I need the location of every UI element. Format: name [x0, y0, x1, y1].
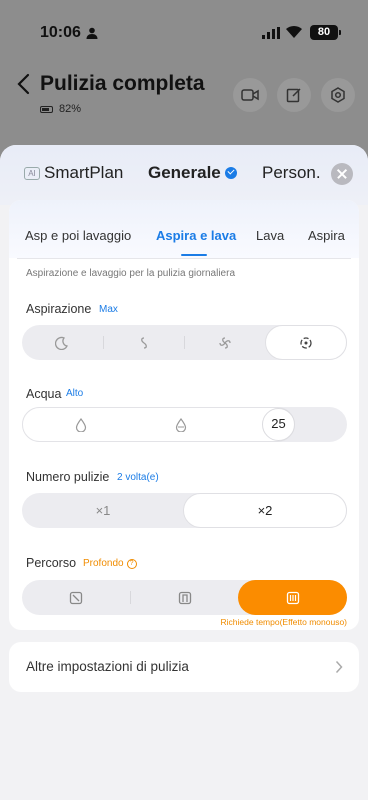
more-settings-label: Altre impostazioni di pulizia: [26, 659, 189, 674]
route-standard-icon: [178, 591, 191, 604]
route-label: Percorso: [26, 556, 77, 570]
passes-option-1[interactable]: ×1: [22, 493, 184, 528]
tab-smartplan[interactable]: AI SmartPlan: [24, 163, 123, 183]
fan-low-icon: [141, 336, 147, 349]
suction-max-option[interactable]: [265, 325, 347, 360]
check-icon: [224, 167, 237, 179]
divider: [17, 258, 351, 259]
water-value: Alto: [66, 388, 84, 399]
fan-max-icon: [300, 336, 312, 349]
suction-selector: [22, 325, 347, 360]
tab-personalizzato-label: Person.: [262, 163, 321, 182]
more-settings-row[interactable]: Altre impostazioni di pulizia: [9, 642, 359, 692]
route-quick-option[interactable]: [22, 580, 130, 615]
robot-battery: 82%: [40, 103, 81, 115]
moon-icon: [55, 336, 68, 350]
active-tab-indicator: [181, 254, 207, 256]
water-slider[interactable]: 25: [22, 407, 347, 442]
water-drop-medium-icon: [175, 418, 187, 432]
status-bar: 10:06 80: [0, 0, 368, 60]
route-quick-icon: [69, 591, 83, 604]
suction-label: Aspirazione: [26, 302, 92, 316]
wifi-icon: [286, 25, 302, 38]
person-icon: [86, 27, 98, 39]
robot-battery-level: 82%: [59, 103, 82, 115]
status-battery: 80: [310, 25, 341, 40]
route-value: Profondo?: [83, 558, 137, 569]
tab-personalizzato[interactable]: Person.: [262, 163, 321, 183]
edit-map-button[interactable]: [277, 78, 311, 112]
subtab-lava[interactable]: Lava: [256, 228, 284, 243]
water-drop-low-icon: [75, 418, 87, 432]
route-value-text: Profondo: [83, 558, 124, 569]
settings-icon: [331, 87, 345, 103]
fan-medium-icon: [219, 336, 231, 349]
passes-option-2[interactable]: ×2: [183, 493, 347, 528]
page-title: Pulizia completa: [40, 72, 205, 95]
passes-value: 2 volta(e): [117, 472, 159, 483]
tab-generale[interactable]: Generale: [148, 163, 237, 183]
edit-icon: [286, 88, 301, 103]
ai-badge: AI: [24, 166, 40, 180]
route-note: Richiede tempo(Effetto monouso): [220, 617, 347, 627]
suction-quiet-option[interactable]: [22, 325, 102, 360]
subtab-asp-poi-lavaggio[interactable]: Asp e poi lavaggio: [25, 228, 131, 243]
passes-selector: ×1 ×2: [22, 493, 347, 528]
route-deep-icon: [286, 591, 299, 604]
route-selector: [22, 580, 347, 615]
suction-value: Max: [99, 304, 118, 315]
top-header: Pulizia completa 82%: [0, 64, 368, 124]
tab-smartplan-label: SmartPlan: [44, 163, 124, 182]
subtab-aspira[interactable]: Aspira: [308, 228, 345, 243]
mode-description: Aspirazione e lavaggio per la pulizia gi…: [26, 268, 236, 279]
suction-turbo-option[interactable]: [185, 325, 265, 360]
water-slider-fill: [22, 407, 295, 442]
water-slider-knob[interactable]: 25: [262, 408, 295, 441]
chevron-right-icon: [335, 660, 343, 674]
route-deep-option[interactable]: [238, 580, 347, 615]
status-time: 10:06: [40, 24, 81, 41]
battery-icon: [40, 105, 53, 113]
suction-standard-option[interactable]: [104, 325, 184, 360]
subtab-aspira-e-lava[interactable]: Aspira e lava: [156, 228, 236, 243]
passes-label: Numero pulizie: [26, 470, 110, 484]
help-icon[interactable]: ?: [126, 559, 137, 569]
close-icon[interactable]: [331, 163, 353, 185]
camera-button[interactable]: [233, 78, 267, 112]
signal-icon: [262, 27, 280, 39]
back-arrow-icon[interactable]: [14, 72, 34, 96]
tab-generale-label: Generale: [148, 163, 221, 182]
route-standard-option[interactable]: [131, 580, 238, 615]
cleaning-settings-card: Asp e poi lavaggio Aspira e lava Lava As…: [9, 200, 359, 630]
video-camera-icon: [241, 89, 259, 101]
water-label: Acqua: [26, 387, 62, 401]
settings-button[interactable]: [321, 78, 355, 112]
